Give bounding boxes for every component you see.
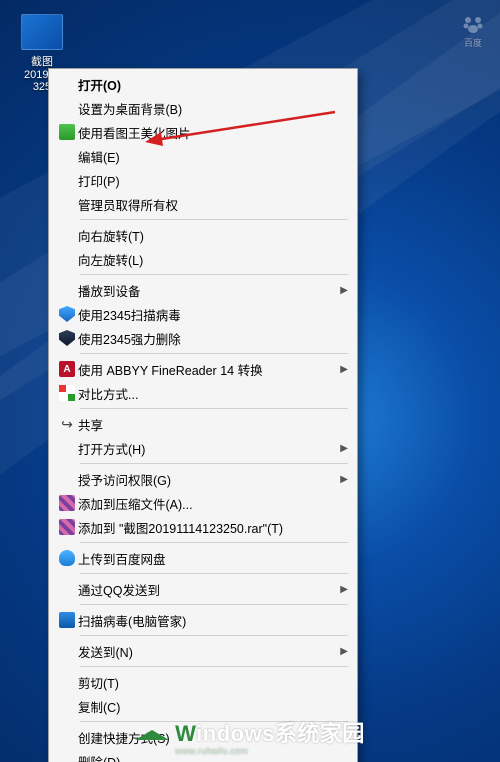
- menu-item-label: 发送到(N): [78, 642, 336, 661]
- submenu-arrow-icon: ▶: [336, 474, 348, 485]
- menu-item-compare-mode[interactable]: 对比方式...: [50, 381, 356, 405]
- menu-item-send-qq[interactable]: 通过QQ发送到▶: [50, 577, 356, 601]
- menu-separator: [80, 635, 348, 636]
- menu-separator: [80, 219, 348, 220]
- menu-item-label: 管理员取得所有权: [78, 195, 336, 214]
- submenu-arrow-icon: ▶: [336, 646, 348, 657]
- menu-item-label: 打印(P): [78, 171, 336, 190]
- shield-blue-icon: [59, 306, 75, 322]
- menu-separator: [80, 463, 348, 464]
- menu-item-label: 剪切(T): [78, 673, 336, 692]
- menu-item-label: 播放到设备: [78, 281, 336, 300]
- abbyy-icon: [59, 361, 75, 377]
- menu-item-label: 授予访问权限(G): [78, 470, 336, 489]
- menu-item-grant-access[interactable]: 授予访问权限(G)▶: [50, 467, 356, 491]
- menu-item-abbyy-convert[interactable]: 使用 ABBYY FineReader 14 转换▶: [50, 357, 356, 381]
- shield-dark-icon: [59, 330, 75, 346]
- menu-item-label: 设置为桌面背景(B): [78, 99, 336, 118]
- cmp-icon: [59, 385, 75, 401]
- menu-item-rotate-right[interactable]: 向右旋转(T): [50, 223, 356, 247]
- menu-item-label: 编辑(E): [78, 147, 336, 166]
- menu-separator: [80, 542, 348, 543]
- menu-separator: [80, 353, 348, 354]
- menu-item-delete[interactable]: 删除(D): [50, 749, 356, 762]
- menu-item-send-to[interactable]: 发送到(N)▶: [50, 639, 356, 663]
- menu-item-label: 删除(D): [78, 752, 336, 762]
- menu-item-print[interactable]: 打印(P): [50, 168, 356, 192]
- menu-item-edit[interactable]: 编辑(E): [50, 144, 356, 168]
- menu-item-copy[interactable]: 复制(C): [50, 694, 356, 718]
- menu-item-upload-baidupan[interactable]: 上传到百度网盘: [50, 546, 356, 570]
- menu-item-admin-take-ownership[interactable]: 管理员取得所有权: [50, 192, 356, 216]
- cloud-icon: [59, 550, 75, 566]
- menu-item-label: 共享: [78, 415, 336, 434]
- menu-item-create-shortcut[interactable]: 创建快捷方式(S): [50, 725, 356, 749]
- submenu-arrow-icon: ▶: [336, 443, 348, 454]
- menu-item-label: 使用 ABBYY FineReader 14 转换: [78, 360, 336, 379]
- menu-item-label: 上传到百度网盘: [78, 549, 336, 568]
- context-menu: 打开(O) 设置为桌面背景(B) 使用看图王美化图片编辑(E) 打印(P) 管理员取得所…: [48, 68, 358, 762]
- menu-item-share[interactable]: ↪ 共享: [50, 412, 356, 436]
- menu-item-label: 通过QQ发送到: [78, 580, 336, 599]
- menu-item-label: 向右旋转(T): [78, 226, 336, 245]
- menu-item-label: 向左旋转(L): [78, 250, 336, 269]
- menu-item-label: 使用看图王美化图片: [78, 123, 336, 142]
- submenu-arrow-icon: ▶: [336, 285, 348, 296]
- menu-item-label: 对比方式...: [78, 384, 336, 403]
- menu-item-open-with[interactable]: 打开方式(H)▶: [50, 436, 356, 460]
- windows-desktop: 截图 201911 325 打开(O)设置为桌面背景(B)使用看图王美化图片编辑…: [0, 0, 500, 762]
- menu-item-delete-2345[interactable]: 使用2345强力删除: [50, 326, 356, 350]
- file-thumbnail: [21, 14, 63, 50]
- menu-item-kantu-beautify[interactable]: 使用看图王美化图片: [50, 120, 356, 144]
- menu-item-label: 添加到压缩文件(A)...: [78, 494, 336, 513]
- menu-item-label: 扫描病毒(电脑管家): [78, 611, 336, 630]
- menu-item-add-to-named-rar[interactable]: 添加到 "截图20191114123250.rar"(T): [50, 515, 356, 539]
- menu-separator: [80, 666, 348, 667]
- file-label-line: 截图: [31, 53, 53, 69]
- menu-item-add-to-archive[interactable]: 添加到压缩文件(A)...: [50, 491, 356, 515]
- winrar-icon: [59, 495, 75, 511]
- menu-item-cut[interactable]: 剪切(T): [50, 670, 356, 694]
- menu-separator: [80, 408, 348, 409]
- menu-separator: [80, 604, 348, 605]
- menu-item-label: 创建快捷方式(S): [78, 728, 336, 747]
- menu-item-open[interactable]: 打开(O): [50, 72, 356, 96]
- menu-item-label: 添加到 "截图20191114123250.rar"(T): [78, 518, 336, 537]
- share-icon: ↪: [61, 416, 73, 433]
- menu-separator: [80, 573, 348, 574]
- blue-sq-icon: [59, 612, 75, 628]
- winrar-icon: [59, 519, 75, 535]
- menu-item-scan-2345[interactable]: 使用2345扫描病毒: [50, 302, 356, 326]
- menu-item-rotate-left[interactable]: 向左旋转(L): [50, 247, 356, 271]
- submenu-arrow-icon: ▶: [336, 584, 348, 595]
- menu-item-scan-guanjia[interactable]: 扫描病毒(电脑管家): [50, 608, 356, 632]
- menu-item-label: 使用2345扫描病毒: [78, 305, 336, 324]
- menu-item-label: 使用2345强力删除: [78, 329, 336, 348]
- green-icon: [59, 124, 75, 140]
- menu-item-label: 复制(C): [78, 697, 336, 716]
- menu-separator: [80, 721, 348, 722]
- menu-item-cast-to-device[interactable]: 播放到设备▶: [50, 278, 356, 302]
- submenu-arrow-icon: ▶: [336, 364, 348, 375]
- menu-item-label: 打开(O): [78, 75, 336, 94]
- menu-separator: [80, 274, 348, 275]
- menu-item-set-wallpaper[interactable]: 设置为桌面背景(B): [50, 96, 356, 120]
- menu-item-label: 打开方式(H): [78, 439, 336, 458]
